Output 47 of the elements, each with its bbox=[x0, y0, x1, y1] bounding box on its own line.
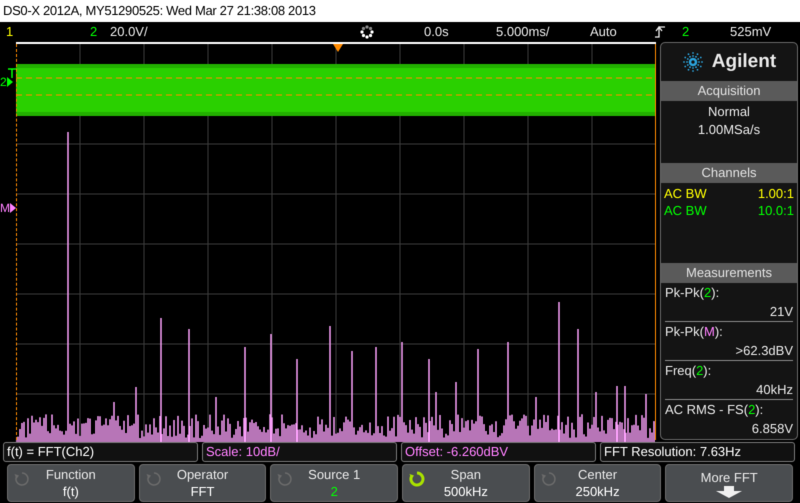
marker-arrow-icon bbox=[6, 77, 13, 87]
section-header: Acquisition bbox=[661, 81, 797, 101]
trigger-level-text: 525mV bbox=[730, 23, 772, 42]
measurement-label: Pk-Pk(2): bbox=[665, 284, 720, 302]
marker-label: 2 bbox=[0, 76, 7, 88]
trigger-level-marker-icon bbox=[8, 68, 16, 78]
scale-text: 20.0V/ bbox=[110, 23, 149, 42]
softkey[interactable]: Center 250kHz bbox=[534, 464, 662, 502]
measurement-value: 6.858V bbox=[750, 420, 793, 438]
measurement-label: Freq(2): bbox=[665, 362, 712, 380]
softkey[interactable]: Span 500kHz bbox=[402, 464, 530, 502]
measurement-value: >62.3dBV bbox=[734, 342, 793, 360]
section-header: Measurements bbox=[661, 263, 797, 283]
channel-coupling: AC BW bbox=[664, 202, 707, 219]
info-field: FFT Resolution: 7.63Hz bbox=[600, 442, 795, 462]
marker-arrow-icon bbox=[10, 203, 16, 213]
busy-icon bbox=[360, 25, 374, 39]
trigger-mode-text: Auto bbox=[590, 23, 618, 42]
window-title: DS0-X 2012A, MY51290525: Wed Mar 27 21:38:08 2013 bbox=[3, 2, 316, 20]
info-field: f(t) = FFT(Ch2) bbox=[3, 442, 198, 462]
measurement-value: 40kHz bbox=[755, 381, 793, 399]
channel-label: 2 bbox=[90, 24, 98, 40]
info-field: Offset: -6.260dBV bbox=[401, 442, 596, 462]
timebase-text: 5.000ms/ bbox=[496, 23, 550, 42]
measurement-value: 21V bbox=[768, 303, 793, 321]
trigger-edge-icon bbox=[654, 25, 666, 39]
delay-text: 0.0s bbox=[424, 23, 450, 42]
softkey[interactable]: Function f(t) bbox=[7, 464, 135, 502]
marker-label: M bbox=[0, 202, 10, 214]
channel-coupling: AC BW bbox=[664, 185, 707, 202]
softkey[interactable]: More FFT bbox=[665, 464, 794, 502]
info-field: Scale: 10dB/ bbox=[202, 442, 397, 462]
probe-ratio: 10.0:1 bbox=[758, 202, 794, 219]
channel-label: 1 bbox=[6, 24, 14, 40]
softkey[interactable]: Source 1 2 bbox=[270, 464, 398, 502]
logo-text: Agilent bbox=[712, 50, 776, 74]
softkey[interactable]: Operator FFT bbox=[138, 464, 266, 502]
measurement-label: AC RMS - FS(2): bbox=[665, 401, 764, 419]
probe-ratio: 1.00:1 bbox=[758, 185, 794, 202]
acquisition-mode: Normal bbox=[708, 103, 750, 121]
down-arrow-icon bbox=[716, 486, 742, 498]
measurement-label: Pk-Pk(M): bbox=[665, 323, 724, 341]
sample-rate: 1.00MSa/s bbox=[698, 121, 760, 139]
logo-icon bbox=[682, 51, 704, 73]
trigger-position-icon bbox=[333, 44, 343, 52]
section-header: Channels bbox=[661, 163, 797, 183]
trigger-source-text: 2 bbox=[682, 24, 690, 40]
